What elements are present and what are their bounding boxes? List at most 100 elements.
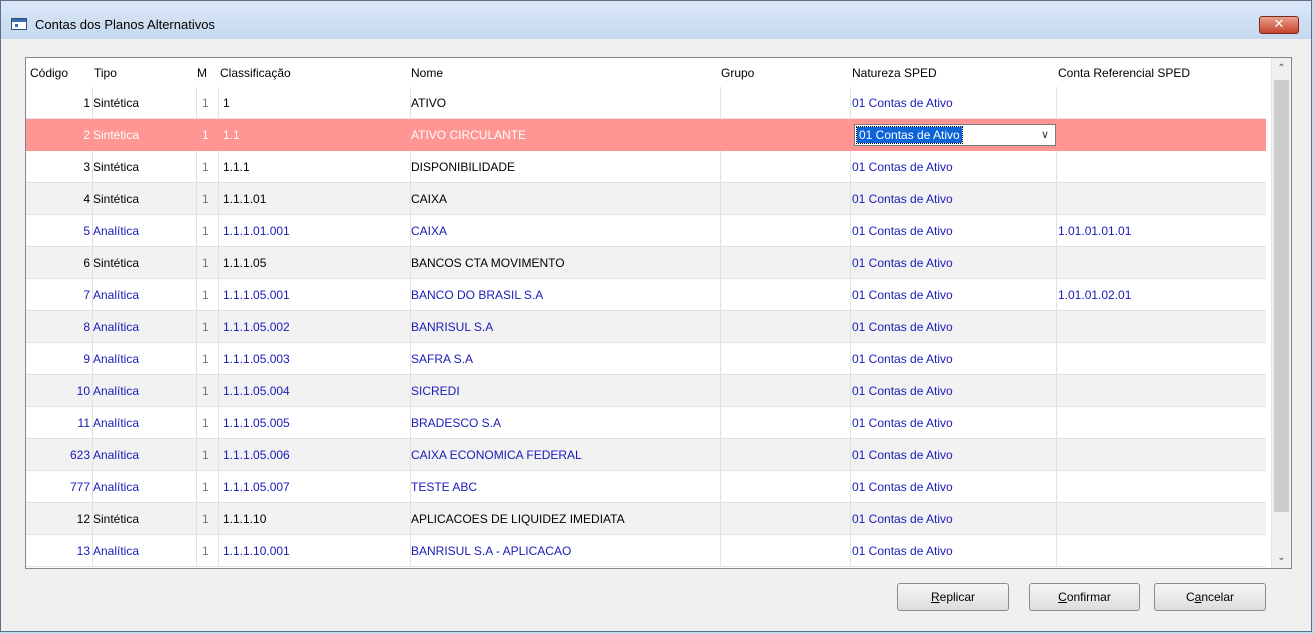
cell-codigo: 3 (83, 160, 90, 174)
scroll-up-icon[interactable]: ⌃ (1272, 60, 1291, 77)
vertical-scrollbar[interactable]: ⌃ ⌄ (1271, 58, 1291, 568)
column-header-tipo[interactable]: Tipo (94, 66, 117, 80)
column-divider (1056, 535, 1057, 566)
column-divider (1056, 215, 1057, 246)
column-divider (850, 279, 851, 310)
accounts-grid[interactable]: Código Tipo M Classificação Nome Grupo N… (25, 57, 1292, 569)
column-divider (1056, 439, 1057, 470)
cell-tipo: Sintética (93, 128, 140, 142)
column-divider (218, 87, 219, 118)
cell-m: 1 (202, 384, 209, 398)
column-divider (218, 503, 219, 534)
table-row[interactable]: 7 Analítica 1 1.1.1.05.001 BANCO DO BRASIL S… (26, 279, 1266, 311)
column-divider (218, 375, 219, 406)
cell-nome: CAIXA ECONOMICA FEDERAL (411, 448, 582, 462)
table-row[interactable]: 777 Analítica 1 1.1.1.05.007 TESTE ABC 01 Con… (26, 471, 1266, 503)
column-divider (1056, 183, 1057, 214)
column-divider (850, 471, 851, 502)
table-row[interactable]: 13 Analítica 1 1.1.1.10.001 BANRISUL S.A - A… (26, 535, 1266, 567)
column-divider (720, 375, 721, 406)
cell-classificacao: 1.1.1.05.004 (223, 384, 290, 398)
table-row[interactable]: 1 Sintética 1 1 ATIVO 01 Contas de Ativo (26, 87, 1266, 119)
scroll-thumb[interactable] (1274, 80, 1289, 512)
cell-classificacao: 1.1.1 (223, 160, 250, 174)
column-divider (218, 311, 219, 342)
natureza-sped-dropdown[interactable]: 01 Contas de Ativo ∨ (854, 124, 1056, 146)
cell-codigo: 1 (83, 96, 90, 110)
cell-m: 1 (202, 512, 209, 526)
table-row[interactable]: 3 Sintética 1 1.1.1 DISPONIBILIDADE 01 Contas… (26, 151, 1266, 183)
column-divider (1056, 247, 1057, 278)
scroll-down-icon[interactable]: ⌄ (1272, 549, 1291, 566)
table-row[interactable]: 12 Sintética 1 1.1.1.10 APLICACOES DE LIQUID… (26, 503, 1266, 535)
column-header-codigo[interactable]: Código (30, 66, 68, 80)
column-divider (720, 247, 721, 278)
cell-nome: ATIVO (411, 96, 447, 110)
cell-tipo: Analítica (93, 384, 140, 398)
cell-codigo: 10 (76, 384, 90, 398)
cell-nome: SICREDI (411, 384, 460, 398)
table-row[interactable]: 11 Analítica 1 1.1.1.05.005 BRADESCO S.A 01 C… (26, 407, 1266, 439)
column-divider (196, 215, 197, 246)
table-row[interactable]: 4 Sintética 1 1.1.1.01 CAIXA 01 Contas de Ati… (26, 183, 1266, 215)
cell-nome: APLICACOES DE LIQUIDEZ IMEDIATA (411, 512, 625, 526)
cell-m: 1 (202, 288, 209, 302)
cell-m: 1 (202, 448, 209, 462)
column-divider (1056, 375, 1057, 406)
column-divider (850, 311, 851, 342)
table-row[interactable]: 2 Sintética 1 1.1 ATIVO CIRCULANTE 01 Contas … (26, 119, 1266, 151)
column-divider (720, 215, 721, 246)
replicar-accel: R (930, 590, 940, 604)
table-row[interactable]: 10 Analítica 1 1.1.1.05.004 SICREDI 01 Contas… (26, 375, 1266, 407)
table-row[interactable]: 9 Analítica 1 1.1.1.05.003 SAFRA S.A 01 Conta… (26, 343, 1266, 375)
cell-codigo: 13 (76, 544, 90, 558)
cell-nome: TESTE ABC (411, 480, 478, 494)
column-header-grupo[interactable]: Grupo (721, 66, 754, 80)
cell-tipo: Analítica (93, 544, 140, 558)
cell-classificacao: 1.1.1.05.003 (223, 352, 290, 366)
column-divider (720, 311, 721, 342)
column-divider (1056, 151, 1057, 182)
confirmar-button[interactable]: Confirmar (1029, 583, 1140, 611)
cell-natureza-sped: 01 Contas de Ativo (852, 256, 953, 270)
close-button[interactable]: ✕ (1259, 16, 1299, 34)
column-divider (196, 279, 197, 310)
column-header-nome[interactable]: Nome (411, 66, 443, 80)
cancelar-button[interactable]: Cancelar (1154, 583, 1266, 611)
title-bar: Contas dos Planos Alternativos ✕ (1, 1, 1311, 39)
column-divider (196, 247, 197, 278)
column-header-natureza-sped[interactable]: Natureza SPED (852, 66, 937, 80)
table-row[interactable]: 5 Analítica 1 1.1.1.01.001 CAIXA 01 Contas de… (26, 215, 1266, 247)
cell-codigo: 8 (83, 320, 90, 334)
cell-nome: BANCO DO BRASIL S.A (411, 288, 544, 302)
chevron-down-icon[interactable]: ∨ (1037, 126, 1053, 144)
cell-classificacao: 1.1.1.05.007 (223, 480, 290, 494)
column-divider (196, 119, 197, 150)
column-divider (1056, 119, 1057, 150)
column-divider (196, 151, 197, 182)
cell-tipo: Sintética (93, 96, 140, 110)
cell-tipo: Sintética (93, 192, 140, 206)
column-divider (850, 247, 851, 278)
column-divider (850, 407, 851, 438)
column-divider (720, 279, 721, 310)
column-divider (1056, 311, 1057, 342)
table-row[interactable]: 623 Analítica 1 1.1.1.05.006 CAIXA ECONOMICA… (26, 439, 1266, 471)
column-divider (196, 311, 197, 342)
column-divider (196, 183, 197, 214)
column-header-conta-referencial-sped[interactable]: Conta Referencial SPED (1058, 66, 1190, 80)
cell-natureza-sped: 01 Contas de Ativo (852, 96, 953, 110)
table-row[interactable]: 8 Analítica 1 1.1.1.05.002 BANRISUL S.A 01 Co… (26, 311, 1266, 343)
dialog-client-area: Código Tipo M Classificação Nome Grupo N… (9, 39, 1303, 623)
column-divider (850, 439, 851, 470)
column-divider (720, 471, 721, 502)
column-divider (1056, 471, 1057, 502)
replicar-button[interactable]: Replicar (897, 583, 1009, 611)
column-header-m[interactable]: M (197, 66, 207, 80)
column-divider (720, 503, 721, 534)
table-row[interactable]: 6 Sintética 1 1.1.1.05 BANCOS CTA MOVIMENTO 0… (26, 247, 1266, 279)
cell-classificacao: 1.1.1.05.001 (223, 288, 290, 302)
cell-natureza-sped: 01 Contas de Ativo (852, 512, 953, 526)
column-header-classificacao[interactable]: Classificação (220, 66, 291, 80)
cell-classificacao: 1.1.1.05 (223, 256, 267, 270)
